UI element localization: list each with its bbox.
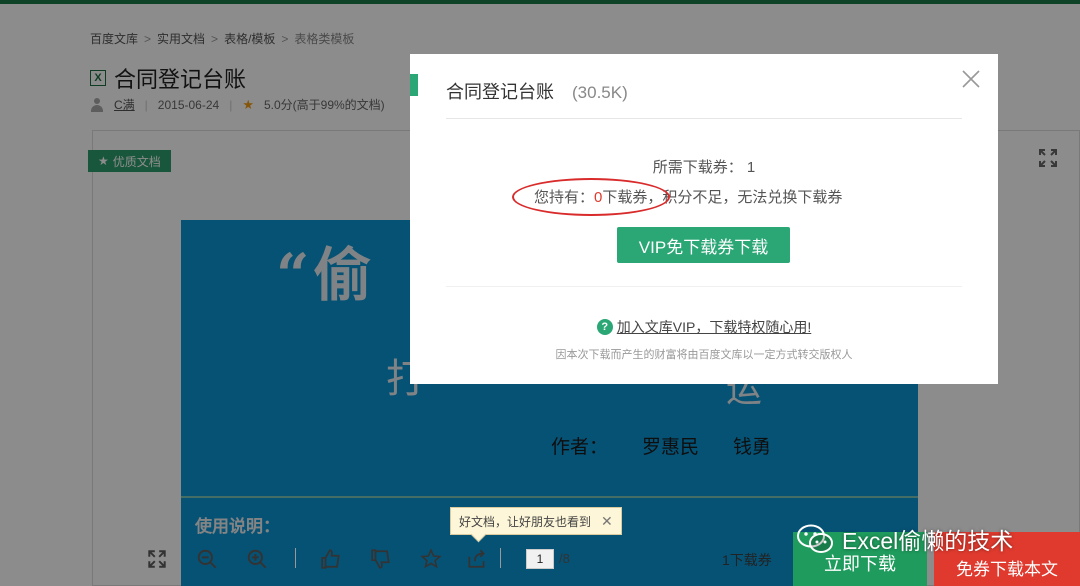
join-vip-row: ? 加入文库VIP，下载特权随心用! [410, 317, 998, 337]
favorite-star-icon[interactable] [420, 548, 442, 570]
thumbs-down-icon[interactable] [370, 548, 392, 570]
dialog-accent-bar [410, 74, 418, 96]
coupons-needed-value: 1 [746, 159, 756, 176]
zoom-in-icon[interactable] [246, 548, 268, 570]
coupon-count: 1下载券 [722, 552, 772, 568]
page-number-input[interactable]: 1 [526, 549, 554, 569]
share-tooltip-text: 好文档，让好朋友也看到 [459, 514, 592, 529]
page-total: /8 [559, 551, 570, 566]
share-tooltip: 好文档，让好朋友也看到 ✕ [450, 507, 622, 535]
dialog-disclaimer: 因本次下载而产生的财富将由百度文库以一定方式转交版权人 [555, 349, 853, 361]
wechat-icon [797, 524, 833, 553]
fit-screen-icon[interactable] [146, 548, 168, 570]
watermark-text: Excel偷懒的技术 [842, 528, 1014, 554]
annotation-ellipse [512, 178, 670, 216]
share-icon[interactable] [466, 548, 488, 570]
coupons-needed-label: 所需下载券： [652, 159, 743, 176]
dialog-title-text: 合同登记台账 [446, 82, 554, 102]
dialog-title: 合同登记台账 (30.5K) [446, 78, 628, 104]
dialog-divider [446, 118, 962, 119]
vip-download-button[interactable]: VIP免下载券下载 [617, 227, 790, 263]
toolbar-divider [500, 548, 501, 568]
thumbs-up-icon[interactable] [320, 548, 342, 570]
toolbar-divider [295, 548, 296, 568]
dialog-file-size: (30.5K) [572, 83, 628, 102]
zoom-out-icon[interactable] [196, 548, 218, 570]
watermark: Excel偷懒的技术 [796, 522, 1013, 556]
coupons-needed-row: 所需下载券： 1 [410, 156, 998, 177]
download-dialog: 合同登记台账 (30.5K) 所需下载券： 1 您持有：0下载券，积分不足，无法… [410, 54, 998, 384]
close-icon[interactable]: ✕ [601, 513, 613, 530]
close-icon[interactable] [960, 68, 982, 90]
help-icon: ? [596, 319, 613, 335]
join-vip-link[interactable]: 加入文库VIP，下载特权随心用! [617, 317, 811, 337]
dialog-divider [446, 286, 962, 287]
